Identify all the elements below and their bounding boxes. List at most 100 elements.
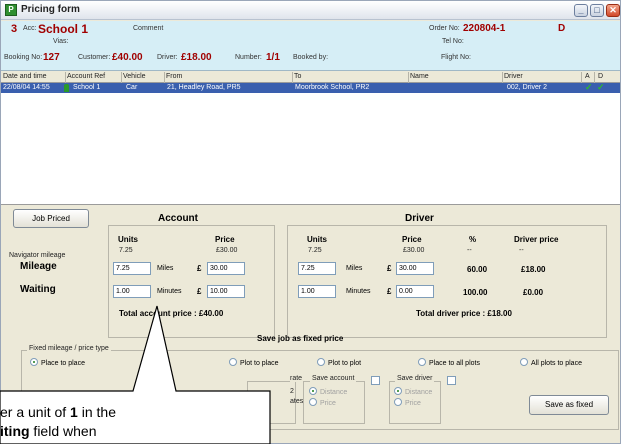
save-driver-price-radio[interactable]: Price — [394, 398, 421, 407]
booking-label: Booking No: — [4, 54, 43, 61]
save-account-distance-label: Distance — [320, 389, 348, 396]
booked-by-label: Booked by: — [293, 54, 329, 61]
percent-header: % — [469, 235, 477, 244]
navigator-mileage-label: Navigator mileage — [9, 252, 66, 259]
order-label: Order No: — [429, 25, 460, 32]
title-bar[interactable]: P Pricing form _ □ ✕ — [1, 1, 620, 20]
driver-title: Driver — [405, 213, 434, 224]
nav-driver-price-dash: -- — [519, 247, 524, 254]
driver-units-header: Units — [307, 235, 327, 244]
acc-label: Acc: — [23, 25, 37, 32]
radio-plot-to-plot-label: Plot to plot — [328, 360, 362, 367]
col-to[interactable]: To — [294, 73, 301, 80]
mileage-label: Mileage — [20, 261, 57, 272]
save-account-label: Save account — [310, 375, 357, 382]
driver-label: Driver: — [157, 54, 178, 61]
flight-label: Flight No: — [441, 54, 471, 61]
customer-label: Customer: — [78, 54, 111, 61]
cell-date: 22/08/04 14:55 — [3, 84, 50, 91]
rate-group — [247, 381, 296, 424]
save-driver-distance-radio[interactable]: Distance — [394, 387, 432, 396]
col-a[interactable]: A — [585, 73, 590, 80]
comment-label: Comment — [133, 25, 164, 32]
cell-vehicle: Car — [126, 84, 138, 91]
driver-minutes-unit: Minutes — [346, 288, 371, 295]
radio-place-to-all-plots-label: Place to all plots — [429, 360, 480, 367]
account-title: Account — [158, 213, 198, 224]
save-account-price-label: Price — [320, 400, 336, 407]
radio-icon — [309, 398, 317, 406]
minimize-button[interactable]: _ — [574, 4, 588, 17]
save-account-checkbox[interactable] — [371, 376, 380, 385]
account-waiting-pound: £ — [197, 287, 202, 296]
radio-plot-to-place[interactable]: Plot to place — [229, 358, 279, 367]
driver-waiting-price-input[interactable]: 0.00 — [396, 285, 434, 298]
col-driver[interactable]: Driver — [504, 73, 523, 80]
nav-account-units: 7.25 — [119, 247, 133, 254]
radio-icon — [520, 358, 528, 366]
rate-label: rate — [290, 375, 303, 382]
save-driver-label: Save driver — [395, 375, 435, 382]
save-driver-price-label: Price — [405, 400, 421, 407]
rate-option-rates: ates — [290, 398, 304, 405]
col-date[interactable]: Date and time — [3, 73, 47, 80]
count-value: 3 — [11, 23, 18, 35]
account-name: School 1 — [38, 22, 89, 36]
account-waiting-units-input[interactable]: 1.00 — [113, 285, 151, 298]
table-row[interactable]: 22/08/04 14:55 School 1 Car 21, Headley … — [1, 82, 620, 93]
col-from[interactable]: From — [166, 73, 182, 80]
radio-icon — [394, 398, 402, 406]
radio-icon — [394, 387, 402, 395]
driver-waiting-units-input[interactable]: 1.00 — [298, 285, 336, 298]
maximize-button[interactable]: □ — [590, 4, 604, 17]
nav-account-price: £30.00 — [216, 247, 238, 254]
driver-waiting-pound: £ — [387, 287, 392, 296]
radio-place-to-place-label: Place to place — [41, 360, 85, 367]
radio-place-to-all-plots[interactable]: Place to all plots — [418, 358, 480, 367]
radio-icon — [309, 387, 317, 395]
account-mileage-price-input[interactable]: 30.00 — [207, 262, 245, 275]
customer-price: £40.00 — [112, 52, 143, 63]
driver-mileage-percent: 60.00 — [467, 265, 488, 274]
save-driver-distance-label: Distance — [405, 389, 433, 396]
account-mileage-units-input[interactable]: 7.25 — [113, 262, 151, 275]
save-driver-checkbox[interactable] — [447, 376, 456, 385]
jobs-list[interactable]: 22/08/04 14:55 School 1 Car 21, Headley … — [1, 82, 620, 205]
driver-mileage-price-input[interactable]: 30.00 — [396, 262, 434, 275]
driver-miles-unit: Miles — [346, 265, 363, 272]
nav-driver-units: 7.25 — [308, 247, 322, 254]
order-number: 220804-1 — [463, 23, 506, 34]
driver-waiting-percent: 100.00 — [463, 288, 488, 297]
driver-price-header: Price — [402, 235, 422, 244]
close-button[interactable]: ✕ — [606, 4, 620, 17]
cell-driver: 002, Driver 2 — [507, 84, 548, 91]
table-header: Date and time Account Ref Vehicle From T… — [1, 72, 620, 83]
job-code: D — [558, 23, 566, 34]
radio-plot-to-plot[interactable]: Plot to plot — [317, 358, 361, 367]
save-account-price-radio[interactable]: Price — [309, 398, 336, 407]
driver-mileage-units-input[interactable]: 7.25 — [298, 262, 336, 275]
col-vehicle[interactable]: Vehicle — [123, 73, 146, 80]
person-icon — [64, 84, 69, 92]
save-account-distance-radio[interactable]: Distance — [309, 387, 347, 396]
waiting-label: Waiting — [20, 284, 56, 295]
booking-number: 127 — [43, 52, 60, 63]
col-account[interactable]: Account Ref — [67, 73, 105, 80]
radio-place-to-place[interactable]: Place to place — [30, 358, 85, 367]
driver-price-col-header: Driver price — [514, 235, 559, 244]
account-waiting-price-input[interactable]: 10.00 — [207, 285, 245, 298]
cell-account: School 1 — [73, 84, 101, 91]
nav-percent-dash: -- — [467, 247, 472, 254]
tel-label: Tel No: — [442, 38, 464, 45]
col-d[interactable]: D — [598, 73, 603, 80]
driver-mileage-pound: £ — [387, 264, 392, 273]
radio-all-plots-to-place[interactable]: All plots to place — [520, 358, 582, 367]
cell-from: 21, Headley Road, PR5 — [167, 84, 241, 91]
account-units-header: Units — [118, 235, 138, 244]
col-name[interactable]: Name — [410, 73, 429, 80]
save-as-fixed-button[interactable]: Save as fixed — [529, 395, 609, 415]
driver-box — [287, 225, 607, 338]
driver-mileage-driver-price: £18.00 — [521, 265, 546, 274]
total-driver-price: Total driver price : £18.00 — [416, 309, 512, 318]
job-priced-button[interactable]: Job Priced — [13, 209, 89, 228]
